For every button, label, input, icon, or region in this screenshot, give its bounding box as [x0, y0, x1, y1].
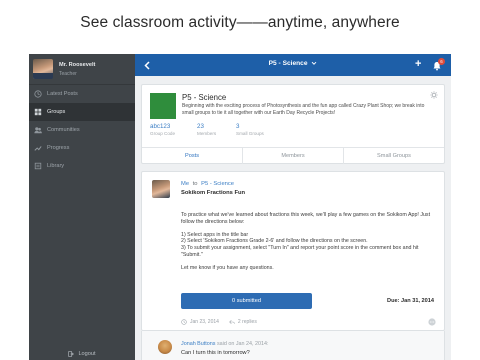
post-author[interactable]: Me: [181, 181, 189, 187]
stat-value: abc123: [150, 123, 171, 130]
top-title-label: P5 - Science: [268, 60, 308, 67]
sidebar-item-label: Library: [47, 163, 65, 169]
post-meta: Me to P5 - Science: [181, 181, 234, 187]
sidebar-item-latest-posts[interactable]: Latest Posts: [29, 85, 135, 103]
add-post-button[interactable]: +: [415, 58, 421, 70]
tab-small-groups[interactable]: Small Groups: [344, 148, 444, 164]
reply-text: Can I turn this in tomorrow?: [181, 350, 250, 356]
post-date: Jan 23, 2014: [190, 319, 219, 325]
sidebar-item-label: Groups: [47, 109, 66, 115]
progress-icon: [34, 146, 42, 151]
due-date: Due: Jan 31, 2014: [387, 298, 434, 304]
stat-value: 23: [197, 123, 204, 130]
more-options-icon[interactable]: [428, 318, 436, 326]
library-icon: [34, 162, 42, 170]
post-paragraph: To practice what we've learned about fra…: [181, 212, 431, 225]
tab-posts[interactable]: Posts: [142, 148, 243, 164]
post-to-word: to: [192, 181, 198, 187]
submissions-button[interactable]: 0 submitted: [181, 293, 312, 309]
group-title: P5 - Science: [182, 93, 227, 102]
post-footer: Jan 23, 2014 2 replies: [181, 319, 257, 325]
app-window: Mr. Roosevelt Teacher Latest Posts Group…: [29, 54, 451, 360]
stat-label: Small Groups: [236, 131, 264, 136]
group-image: [150, 93, 176, 119]
stat-small-groups[interactable]: 3 Small Groups: [236, 123, 264, 136]
stat-group-code: abc123 Group Code: [150, 123, 175, 136]
clock-icon: [181, 319, 187, 325]
reply-item: Jonah Buttons said on Jan 24, 2014: Can …: [141, 331, 445, 360]
stat-label: Members: [197, 131, 217, 136]
logout-icon: [68, 350, 75, 357]
group-tabs: Posts Members Small Groups: [142, 147, 444, 164]
latest-posts-icon: [34, 90, 42, 98]
profile-role: Teacher: [59, 70, 77, 77]
post-title: Sokikom Fractions Fun: [181, 190, 246, 196]
notification-badge: 6: [438, 58, 445, 65]
communities-icon: [34, 127, 42, 134]
chevron-down-icon: [311, 61, 317, 65]
post-card: Me to P5 - Science Sokikom Fractions Fun…: [141, 171, 445, 331]
stat-members[interactable]: 23 Members: [197, 123, 216, 136]
group-card: P5 - Science Beginning with the exciting…: [141, 84, 445, 164]
plus-icon: +: [415, 58, 422, 70]
logout-label: Logout: [78, 350, 96, 357]
reply-avatar: [158, 340, 172, 354]
avatar: [33, 59, 53, 79]
sidebar: Mr. Roosevelt Teacher Latest Posts Group…: [29, 54, 135, 360]
sidebar-item-library[interactable]: Library: [29, 157, 135, 175]
profile[interactable]: Mr. Roosevelt Teacher: [29, 54, 135, 85]
group-description: Beginning with the exciting process of P…: [182, 103, 425, 116]
sidebar-item-label: Latest Posts: [47, 91, 78, 97]
tab-members[interactable]: Members: [243, 148, 344, 164]
post-paragraph: Let me know if you have any questions.: [181, 264, 274, 271]
sidebar-item-label: Progress: [47, 145, 70, 151]
post-body: To practice what we've learned about fra…: [181, 212, 439, 278]
sidebar-item-communities[interactable]: Communities: [29, 121, 135, 139]
post-paragraph: 1) Select apps in the title bar 2) Selec…: [181, 231, 419, 258]
groups-icon: [34, 108, 42, 116]
reply-author[interactable]: Jonah Buttons: [181, 341, 215, 347]
notifications-button[interactable]: 6: [433, 58, 445, 71]
reply-icon: [229, 319, 235, 325]
reply-meta: Jonah Buttons said on Jan 24, 2014:: [181, 341, 269, 347]
gear-icon[interactable]: [430, 91, 438, 99]
stat-label: Group Code: [150, 131, 176, 136]
profile-name: Mr. Roosevelt: [59, 61, 96, 68]
logout-button[interactable]: Logout: [29, 347, 135, 360]
reply-said: said on Jan 24, 2014:: [216, 341, 269, 347]
headline: See classroom activity——anytime, anywher…: [80, 14, 400, 31]
sidebar-item-groups[interactable]: Groups: [29, 103, 135, 121]
author-avatar: [152, 180, 170, 198]
stat-value: 3: [236, 123, 240, 130]
post-target[interactable]: P5 - Science: [201, 181, 234, 187]
sidebar-item-label: Communities: [47, 127, 80, 133]
group-switcher[interactable]: P5 - Science: [135, 60, 451, 67]
sidebar-item-progress[interactable]: Progress: [29, 139, 135, 157]
top-bar: P5 - Science + 6: [135, 54, 451, 76]
replies-count[interactable]: 2 replies: [238, 319, 257, 325]
